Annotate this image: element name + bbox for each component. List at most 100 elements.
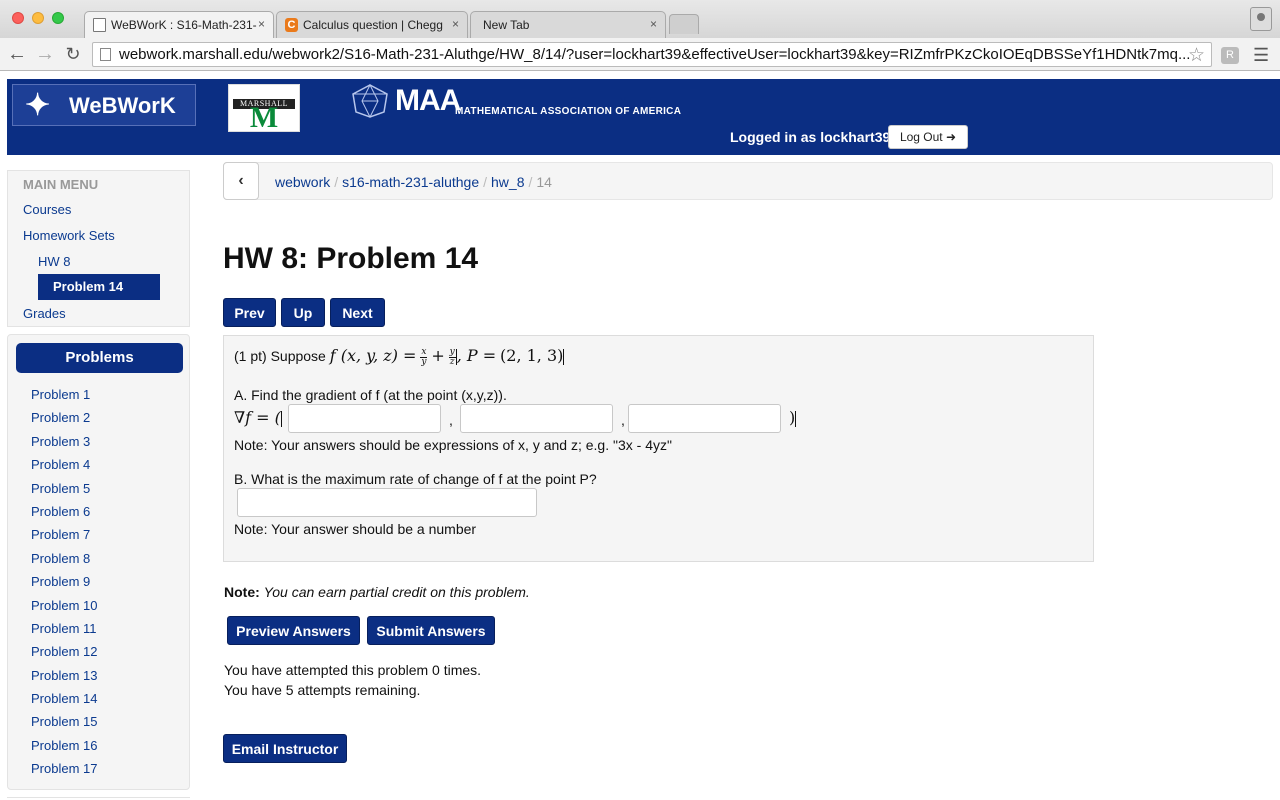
webwork-logo-text: WeBWorK [69,93,176,118]
tab-chegg[interactable]: C Calculus question | Chegg × [276,11,468,38]
breadcrumb-separator: / [334,174,339,190]
attempts-count: You have attempted this problem 0 times. [224,662,482,678]
list-item[interactable]: Problem 1 [31,387,97,410]
breadcrumb-link-webwork[interactable]: webwork [275,174,330,190]
gradient-close-paren: ) [789,408,797,427]
sidebar-item-courses[interactable]: Courses [23,202,71,217]
up-button[interactable]: Up [281,298,325,327]
breadcrumb-link-course[interactable]: s16-math-231-aluthge [342,174,479,190]
tab-new-tab[interactable]: New Tab × [470,11,666,38]
text-caret [563,349,565,366]
maa-text: MAA [395,84,461,117]
next-button[interactable]: Next [330,298,385,327]
list-item[interactable]: Problem 2 [31,410,97,433]
list-item[interactable]: Problem 10 [31,598,97,621]
chegg-icon: C [285,18,298,32]
site-header: ✦ WeBWorK MARSHALL M MAA MATHEMATICAL AS… [7,79,1280,155]
gradient-y-input[interactable] [460,404,613,433]
forward-arrow-icon[interactable]: → [34,43,56,65]
bookmark-star-icon[interactable]: ☆ [1188,44,1205,67]
sidebar-item-problem-14[interactable]: Problem 14 [38,274,160,300]
list-item[interactable]: Problem 6 [31,504,97,527]
list-item[interactable]: Problem 5 [31,481,97,504]
url-text: webwork.marshall.edu/webwork2/S16-Math-2… [119,46,1191,63]
list-item[interactable]: Problem 9 [31,574,97,597]
fraction-y-over-z: yz [448,346,456,367]
point-label: , P = [456,346,497,365]
prev-button[interactable]: Prev [223,298,276,327]
problems-heading: Problems [16,343,183,373]
menu-icon[interactable]: ☰ [1253,45,1269,66]
page-icon [100,48,111,61]
close-icon[interactable]: × [650,17,657,31]
note-text: You can earn partial credit on this prob… [263,584,530,600]
sidebar-item-grades[interactable]: Grades [23,306,66,321]
extension-icon[interactable]: R [1221,47,1239,64]
plus-sign: + [431,346,445,365]
partial-credit-note: Note: You can earn partial credit on thi… [224,584,530,600]
list-item[interactable]: Problem 8 [31,551,97,574]
problem-box: (1 pt) Suppose f (x, y, z) = xy + yz, P … [223,335,1094,562]
max-rate-input[interactable] [237,488,537,517]
breadcrumb-back-button[interactable]: ‹ [223,162,259,200]
list-item[interactable]: Problem 3 [31,434,97,457]
page-title: HW 8: Problem 14 [223,242,479,275]
new-tab-button[interactable] [669,14,699,34]
problems-panel: Problems Problem 1 Problem 2 Problem 3 P… [7,334,190,790]
list-item[interactable]: Problem 16 [31,738,97,761]
address-bar[interactable]: webwork.marshall.edu/webwork2/S16-Math-2… [92,42,1212,67]
fraction-x-over-y: xy [420,346,428,367]
back-arrow-icon[interactable]: ← [6,43,28,65]
login-status: Logged in as lockhart39. [730,129,895,145]
maa-polyhedron-icon [352,84,388,118]
sidebar-item-homework-sets[interactable]: Homework Sets [23,228,115,243]
breadcrumb-link-set[interactable]: hw_8 [491,174,524,190]
gradient-z-input[interactable] [628,404,781,433]
email-instructor-button[interactable]: Email Instructor [223,734,347,763]
comma-separator: , [621,412,625,428]
window-close-button[interactable] [12,12,24,24]
close-icon[interactable]: × [452,17,459,31]
tab-webwork[interactable]: WeBWorK : S16-Math-231- × [84,11,274,38]
browser-tab-strip: WeBWorK : S16-Math-231- × C Calculus que… [0,0,1280,38]
list-item[interactable]: Problem 11 [31,621,97,644]
part-b-question: B. What is the maximum rate of change of… [234,471,597,487]
breadcrumb: ‹ webwork / s16-math-231-aluthge / hw_8/14 [223,162,1273,200]
breadcrumb-trail: webwork / s16-math-231-aluthge / hw_8/14 [275,174,552,190]
part-a-note: Note: Your answers should be expressions… [234,437,672,453]
preview-answers-button[interactable]: Preview Answers [227,616,360,645]
list-item[interactable]: Problem 12 [31,644,97,667]
list-item[interactable]: Problem 14 [31,691,97,714]
logout-icon: ➜ [945,130,957,144]
main-menu-heading: MAIN MENU [23,177,99,192]
reload-icon[interactable]: ↻ [62,43,84,65]
list-item[interactable]: Problem 17 [31,761,97,784]
list-item[interactable]: Problem 13 [31,668,97,691]
submit-answers-button[interactable]: Submit Answers [367,616,495,645]
text-caret [795,410,797,427]
marshall-m-letter: M [249,101,279,134]
comma-separator: , [449,412,453,428]
logout-button[interactable]: Log Out ➜ [888,125,968,149]
tab-label: WeBWorK : S16-Math-231- [111,18,257,32]
window-minimize-button[interactable] [32,12,44,24]
list-item[interactable]: Problem 4 [31,457,97,480]
sidebar-item-hw8[interactable]: HW 8 [38,254,71,269]
close-icon[interactable]: × [258,17,265,31]
webwork-logo[interactable]: ✦ WeBWorK [12,84,196,126]
profile-icon[interactable] [1250,7,1272,31]
part-b-note: Note: Your answer should be a number [234,521,477,537]
breadcrumb-current: 14 [536,174,552,190]
part-a-question: A. Find the gradient of f (at the point … [234,387,507,403]
problem-intro: (1 pt) Suppose [234,348,326,364]
browser-toolbar: ← → ↻ webwork.marshall.edu/webwork2/S16-… [0,38,1280,71]
logout-label: Log Out [899,130,943,144]
breadcrumb-separator: / [528,174,533,190]
list-item[interactable]: Problem 15 [31,714,97,737]
webwork-star-icon: ✦ [25,89,51,122]
window-zoom-button[interactable] [52,12,64,24]
list-item[interactable]: Problem 7 [31,527,97,550]
marshall-logo[interactable]: MARSHALL M [228,84,300,134]
gradient-x-input[interactable] [288,404,441,433]
maa-subtitle: MATHEMATICAL ASSOCIATION OF AMERICA [455,106,682,117]
